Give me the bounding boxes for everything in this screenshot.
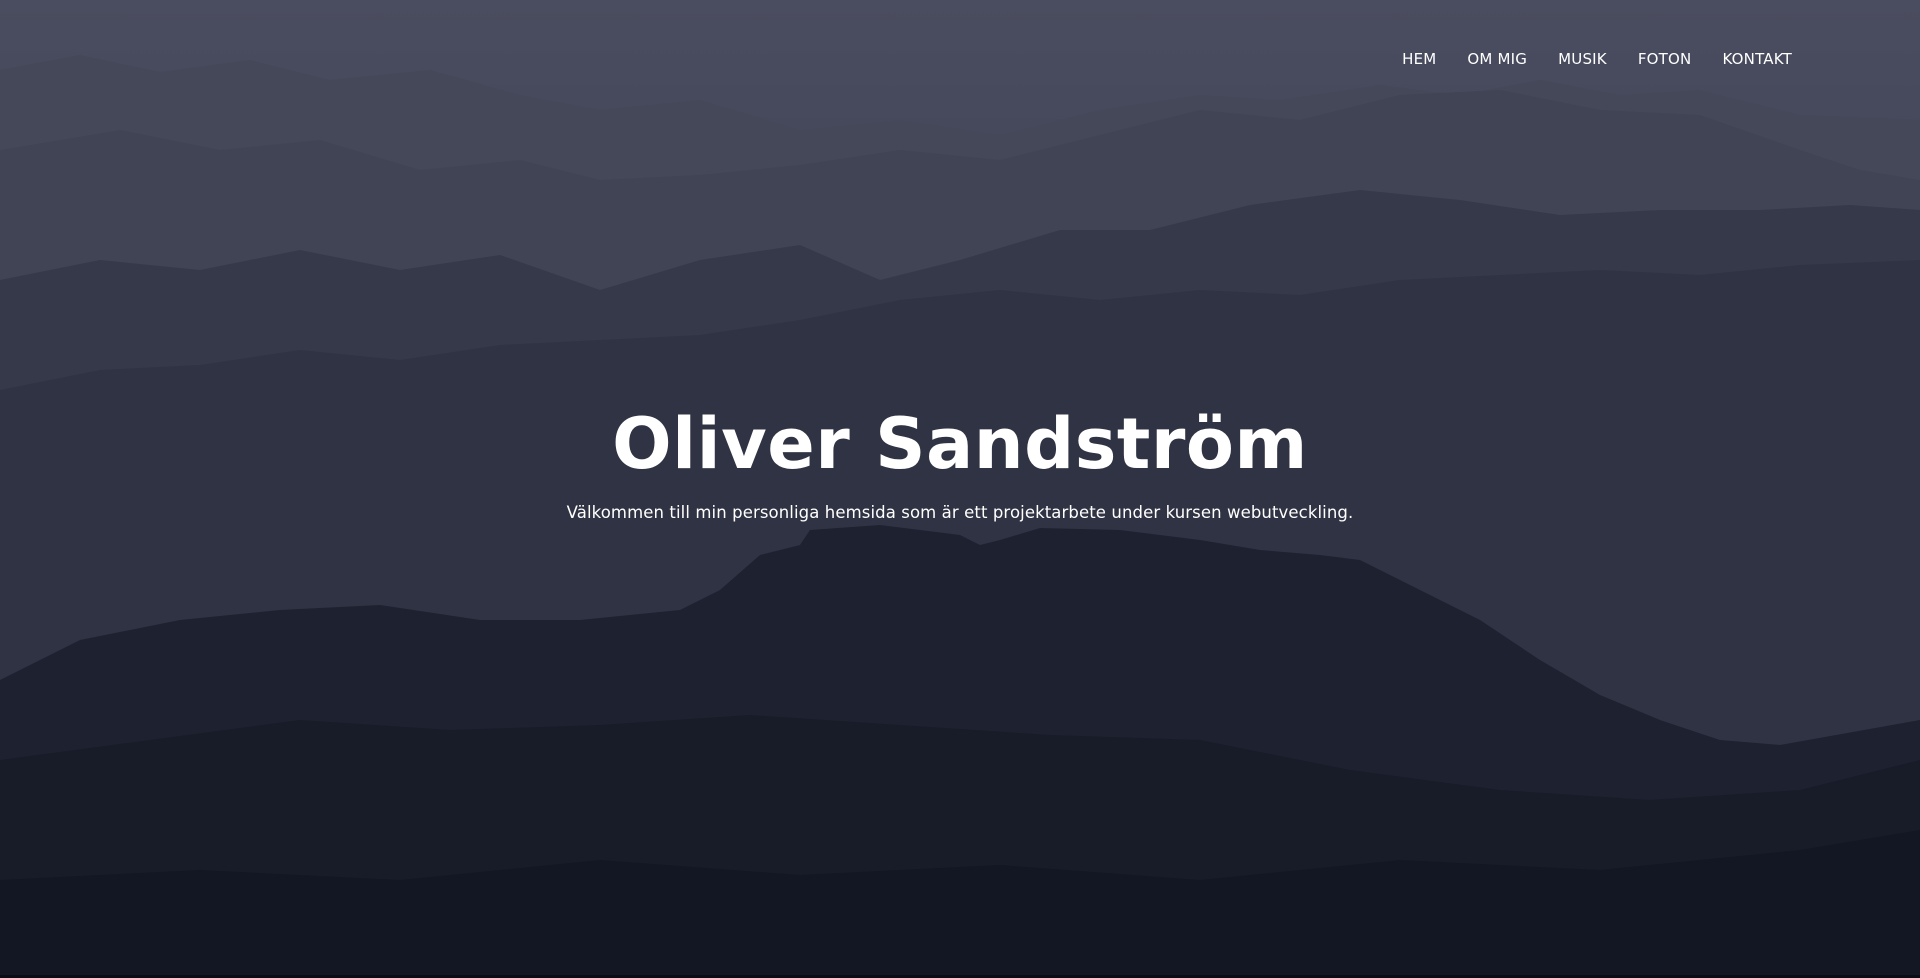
hero-title: Oliver Sandström bbox=[612, 403, 1308, 485]
hero-content: Oliver Sandström Välkommen till min pers… bbox=[0, 404, 1920, 522]
nav-item-kontakt[interactable]: KONTAKT bbox=[1722, 50, 1792, 68]
nav-item-om-mig[interactable]: OM MIG bbox=[1467, 50, 1527, 68]
hero-section: HEM OM MIG MUSIK FOTON KONTAKT Oliver Sa… bbox=[0, 0, 1920, 975]
nav-item-hem[interactable]: HEM bbox=[1402, 50, 1436, 68]
main-navigation: HEM OM MIG MUSIK FOTON KONTAKT bbox=[1371, 50, 1792, 68]
nav-item-musik[interactable]: MUSIK bbox=[1558, 50, 1607, 68]
hero-subtitle: Välkommen till min personliga hemsida so… bbox=[566, 502, 1354, 522]
nav-item-foton[interactable]: FOTON bbox=[1638, 50, 1692, 68]
